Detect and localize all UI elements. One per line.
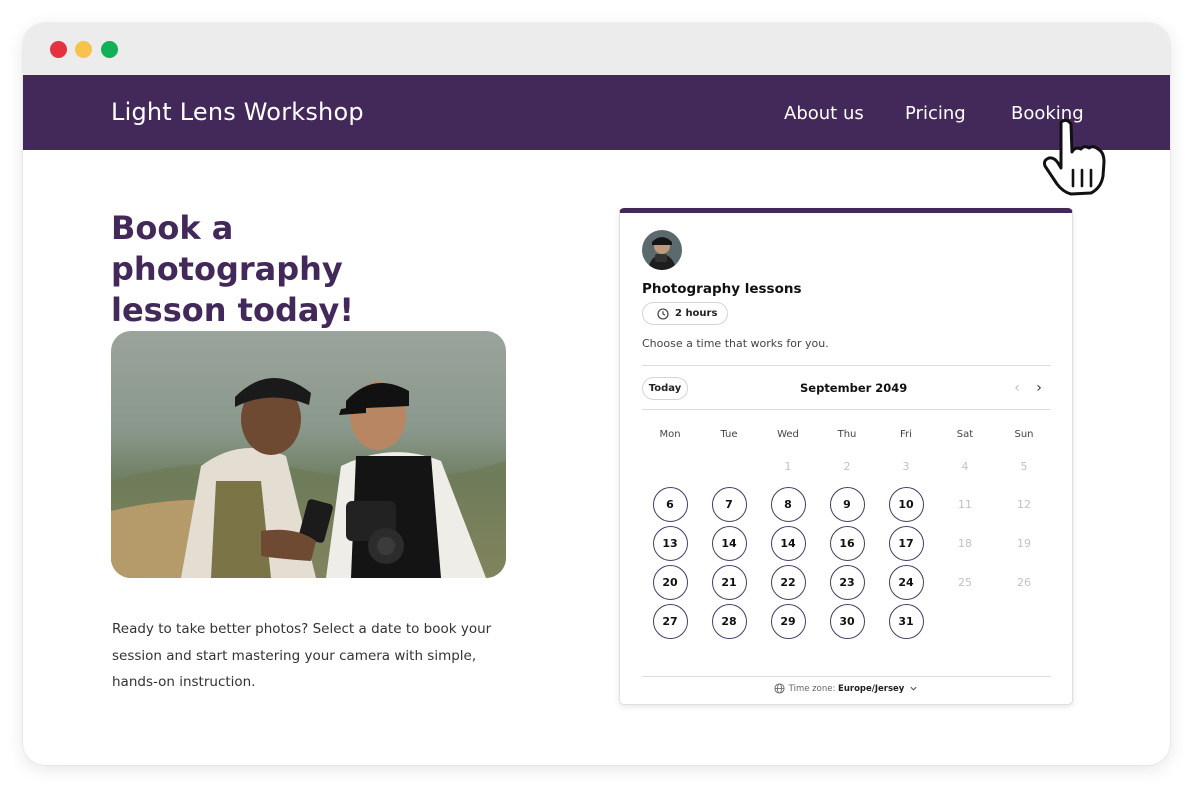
divider — [642, 365, 1051, 366]
weekday-wed: Wed — [777, 429, 799, 440]
duration-badge: 2 hours — [642, 302, 728, 325]
month-label: September 2049 — [800, 381, 908, 395]
chevron-left-icon[interactable]: ‹ — [1010, 381, 1024, 395]
calendar-day-unavailable: 4 — [961, 459, 969, 473]
calendar-day-available[interactable]: 30 — [829, 603, 865, 639]
calendar-day-unavailable: 2 — [843, 459, 851, 473]
hero-description: Ready to take better photos? Select a da… — [112, 621, 492, 690]
calendar-day-unavailable: 3 — [902, 459, 910, 473]
today-button[interactable]: Today — [642, 377, 688, 400]
calendar-day-available[interactable]: 6 — [652, 486, 688, 522]
site-brand[interactable]: Light Lens Workshop — [111, 98, 364, 126]
calendar-day-available[interactable]: 8 — [770, 486, 806, 522]
calendar-day-available[interactable]: 21 — [711, 564, 747, 600]
window-titlebar — [23, 23, 1170, 75]
calendar-day-available[interactable]: 24 — [888, 564, 924, 600]
headline-line-1: Book a photography — [111, 209, 343, 288]
page-headline: Book a photography lesson today! — [111, 208, 471, 331]
host-avatar — [642, 230, 682, 270]
calendar-day-unavailable: 11 — [958, 497, 972, 511]
globe-icon — [774, 683, 785, 694]
nav-about-us[interactable]: About us — [784, 103, 864, 124]
weekday-sun: Sun — [1014, 429, 1034, 440]
close-window-button[interactable] — [50, 41, 67, 58]
weekday-mon: Mon — [659, 429, 681, 440]
calendar-day-available[interactable]: 31 — [888, 603, 924, 639]
headline-line-2: lesson today! — [111, 291, 354, 329]
chevron-down-icon — [910, 686, 917, 691]
calendar-day-available[interactable]: 29 — [770, 603, 806, 639]
booking-subtitle: Choose a time that works for you. — [642, 337, 829, 350]
weekday-fri: Fri — [900, 429, 912, 440]
timezone-selector[interactable]: Time zone: Europe/Jersey — [620, 683, 1072, 694]
nav-pricing[interactable]: Pricing — [905, 103, 966, 124]
weekday-thu: Thu — [837, 429, 857, 440]
clock-icon — [657, 308, 669, 320]
hero-photo — [111, 331, 506, 578]
maximize-window-button[interactable] — [101, 41, 118, 58]
pointer-hand-icon — [1043, 118, 1106, 196]
divider — [642, 676, 1051, 677]
calendar-day-unavailable: 1 — [784, 459, 792, 473]
calendar-day-available[interactable]: 22 — [770, 564, 806, 600]
weekday-tue: Tue — [720, 429, 738, 440]
calendar-day-unavailable: 5 — [1020, 459, 1028, 473]
calendar-day-available[interactable]: 28 — [711, 603, 747, 639]
browser-window: Light Lens Workshop About us Pricing Boo… — [23, 23, 1170, 765]
photographers-image — [111, 331, 506, 578]
calendar-day-available[interactable]: 20 — [652, 564, 688, 600]
calendar-day-unavailable: 12 — [1017, 497, 1031, 511]
timezone-label: Time zone: — [788, 684, 836, 694]
timezone-value: Europe/Jersey — [838, 684, 905, 694]
calendar-day-available[interactable]: 14 — [770, 525, 806, 561]
chevron-right-icon[interactable]: › — [1032, 381, 1046, 395]
calendar-day-available[interactable]: 13 — [652, 525, 688, 561]
calendar-day-unavailable: 19 — [1017, 536, 1031, 550]
calendar-day-available[interactable]: 7 — [711, 486, 747, 522]
calendar-day-available[interactable]: 23 — [829, 564, 865, 600]
calendar-day-available[interactable]: 14 — [711, 525, 747, 561]
calendar-day-unavailable: 18 — [958, 536, 972, 550]
calendar-day-available[interactable]: 27 — [652, 603, 688, 639]
duration-label: 2 hours — [675, 308, 718, 319]
calendar-day-available[interactable]: 10 — [888, 486, 924, 522]
booking-widget: Photography lessons 2 hours Choose a tim… — [619, 208, 1073, 705]
site-navbar: Light Lens Workshop About us Pricing Boo… — [23, 75, 1170, 150]
calendar-day-available[interactable]: 16 — [829, 525, 865, 561]
minimize-window-button[interactable] — [75, 41, 92, 58]
calendar-day-unavailable: 25 — [958, 575, 972, 589]
calendar-day-unavailable: 26 — [1017, 575, 1031, 589]
calendar-day-available[interactable]: 17 — [888, 525, 924, 561]
calendar-day-available[interactable]: 9 — [829, 486, 865, 522]
event-title: Photography lessons — [642, 281, 802, 297]
weekday-sat: Sat — [956, 429, 974, 440]
divider — [642, 409, 1051, 410]
